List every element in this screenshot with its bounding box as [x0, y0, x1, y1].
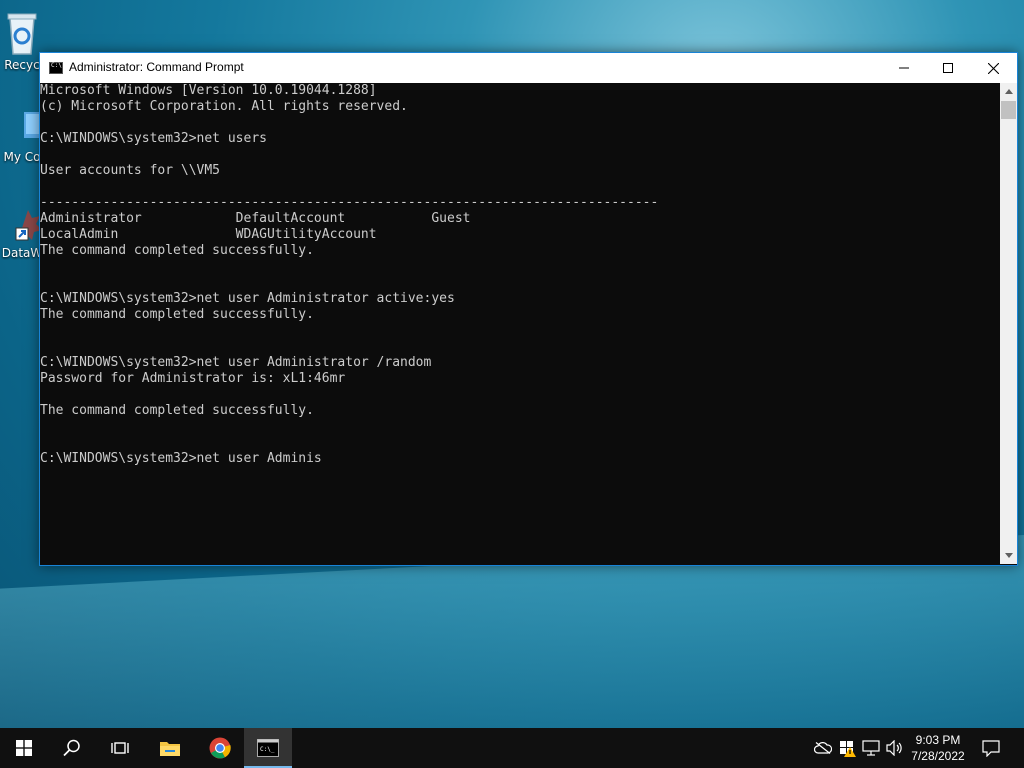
file-explorer-button[interactable]	[146, 728, 194, 768]
task-view-button[interactable]	[96, 728, 144, 768]
desktop-icon-label: Recyc	[4, 58, 40, 72]
network-icon[interactable]	[861, 738, 881, 758]
maximize-icon	[943, 63, 953, 73]
task-view-icon	[111, 742, 129, 754]
taskbar: C:\_ 9:03 PM 7/28/2022	[0, 728, 1024, 768]
taskbar-clock[interactable]: 9:03 PM 7/28/2022	[898, 732, 978, 764]
shortcut-icon	[15, 210, 42, 241]
recycle-bin-icon	[7, 13, 37, 55]
desktop-icon-label: DataW	[1, 246, 43, 260]
security-icon[interactable]	[837, 738, 857, 758]
console-line: ----------------------------------------…	[40, 195, 659, 210]
minimize-icon	[899, 67, 909, 69]
console-line: The command completed successfully.	[40, 243, 314, 258]
clock-time: 9:03 PM	[915, 733, 961, 747]
chrome-button[interactable]	[196, 728, 244, 768]
console-input-line[interactable]: C:\WINDOWS\system32>net user Adminis	[40, 451, 322, 467]
cmd-app-icon	[49, 62, 63, 74]
console-line: Administrator DefaultAccount Guest	[40, 211, 471, 226]
command-prompt-window[interactable]: Administrator: Command Prompt Microsoft …	[39, 52, 1018, 566]
scrollbar-thumb[interactable]	[1001, 101, 1016, 119]
computer-icon	[24, 112, 42, 138]
svg-text:C:\_: C:\_	[260, 746, 275, 753]
scroll-down-button[interactable]	[1000, 547, 1017, 564]
console-line: (c) Microsoft Corporation. All rights re…	[40, 99, 408, 114]
chrome-icon	[209, 737, 231, 759]
action-center-button[interactable]	[981, 738, 1001, 758]
chevron-up-icon	[1004, 89, 1013, 94]
maximize-button[interactable]	[925, 53, 971, 83]
vertical-scrollbar[interactable]	[1000, 83, 1017, 564]
console-output[interactable]: Microsoft Windows [Version 10.0.19044.12…	[40, 83, 1000, 564]
desktop-icon-recycle-bin[interactable]: Recyc	[0, 8, 44, 72]
close-button[interactable]	[970, 53, 1016, 83]
console-line: The command completed successfully.	[40, 403, 314, 418]
console-line: Microsoft Windows [Version 10.0.19044.12…	[40, 83, 377, 98]
search-icon	[63, 739, 80, 757]
windows-logo-icon	[16, 740, 32, 756]
window-title: Administrator: Command Prompt	[69, 60, 244, 74]
desktop: Recyc My Co DataW Administrator: Command…	[0, 0, 1024, 728]
console-line: C:\WINDOWS\system32>net users	[40, 131, 267, 146]
onedrive-icon[interactable]	[813, 738, 833, 758]
start-button[interactable]	[0, 728, 48, 768]
desktop-icon-dataw[interactable]: DataW	[0, 208, 44, 260]
console-line: C:\WINDOWS\system32>net user Administrat…	[40, 291, 455, 306]
minimize-button[interactable]	[881, 53, 927, 83]
chevron-down-icon	[1004, 553, 1013, 558]
cloud-off-icon	[814, 742, 832, 754]
clock-date: 7/28/2022	[911, 749, 965, 763]
folder-icon	[160, 742, 180, 756]
console-line: C:\WINDOWS\system32>net user Administrat…	[40, 355, 432, 370]
search-button[interactable]	[48, 728, 96, 768]
ethernet-icon	[862, 740, 880, 756]
cmd-icon: C:\_	[257, 739, 279, 757]
console-line: The command completed successfully.	[40, 307, 314, 322]
notification-icon	[982, 740, 1000, 757]
shield-warning-icon	[840, 741, 856, 757]
desktop-icon-my-computer[interactable]: My Co	[0, 108, 44, 164]
desktop-icon-label: My Co	[3, 150, 41, 164]
close-icon	[987, 62, 999, 74]
console-line: User accounts for \\VM5	[40, 163, 221, 178]
scroll-up-button[interactable]	[1000, 83, 1017, 100]
title-bar[interactable]: Administrator: Command Prompt	[40, 53, 1017, 83]
cmd-button[interactable]: C:\_	[244, 728, 292, 768]
console-line: LocalAdmin WDAGUtilityAccount	[40, 227, 377, 242]
console-line: Password for Administrator is: xL1:46mr	[40, 371, 346, 386]
